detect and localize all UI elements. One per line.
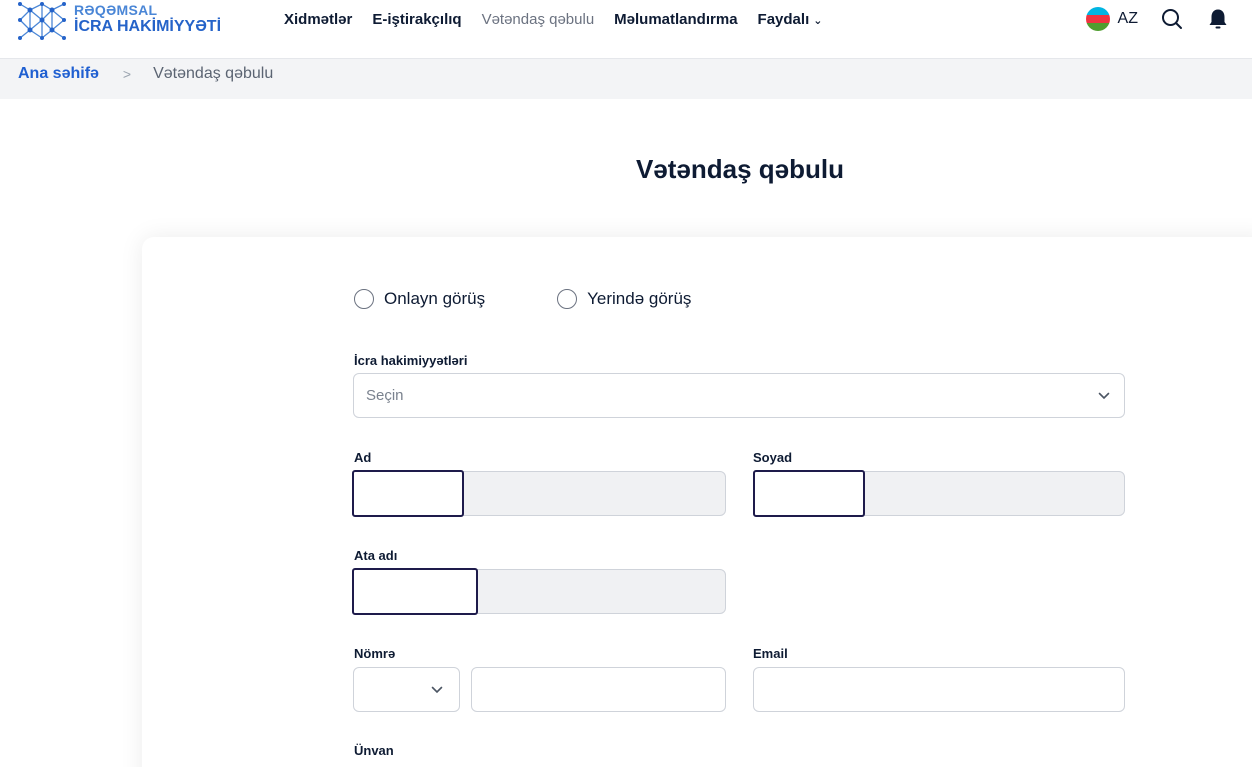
last-name-field[interactable] <box>753 470 1125 517</box>
email-input[interactable] <box>753 667 1125 712</box>
chevron-down-icon: ⌄ <box>813 14 823 27</box>
father-name-field[interactable] <box>352 568 726 615</box>
logo-text: RƏQƏMSAL İCRA HAKİMİYYƏTİ <box>74 3 221 35</box>
search-button[interactable] <box>1160 7 1184 31</box>
chevron-down-icon <box>1098 392 1110 399</box>
nav-citizen-reception[interactable]: Vətəndaş qəbulu <box>482 11 595 28</box>
azerbaijan-flag-icon <box>1085 7 1110 31</box>
executive-placeholder: Seçin <box>366 387 404 404</box>
language-code: AZ <box>1117 10 1138 27</box>
breadcrumb: Ana səhifə > Vətəndaş qəbulu <box>18 62 273 86</box>
nav-useful[interactable]: Faydalı ⌄ <box>758 11 823 28</box>
breadcrumb-home[interactable]: Ana səhifə <box>18 65 99 83</box>
bell-icon <box>1209 9 1227 29</box>
father-name-input-focus[interactable] <box>352 568 478 615</box>
nav-e-participation[interactable]: E-iştirakçılıq <box>372 11 461 28</box>
father-name-label: Ata adı <box>354 548 398 563</box>
radio-circle[interactable] <box>354 289 374 309</box>
executive-select[interactable]: Seçin <box>353 373 1125 418</box>
nav-useful-label: Faydalı <box>757 10 810 28</box>
meeting-type-group: Onlayn görüş Yerində görüş <box>354 289 691 309</box>
breadcrumb-current: Vətəndaş qəbulu <box>153 65 274 82</box>
header-actions: AZ <box>1085 0 1230 38</box>
executive-label: İcra hakimiyyətləri <box>354 353 468 368</box>
phone-label: Nömrə <box>354 646 396 661</box>
nav-services[interactable]: Xidmətlər <box>284 11 352 28</box>
radio-onsite-label: Yerində görüş <box>587 289 692 308</box>
radio-circle[interactable] <box>557 289 578 309</box>
radio-online-label: Onlayn görüş <box>384 289 486 308</box>
language-switcher[interactable]: AZ <box>1085 7 1138 31</box>
first-name-field[interactable] <box>352 470 726 517</box>
logo-line2: İCRA HAKİMİYYƏTİ <box>74 18 222 35</box>
breadcrumb-separator: > <box>122 66 132 82</box>
last-name-input-focus[interactable] <box>753 470 865 517</box>
radio-onsite-meeting[interactable]: Yerində görüş <box>557 289 691 309</box>
main-nav: Xidmətlər E-iştirakçılıq Vətəndaş qəbulu… <box>284 0 842 38</box>
notifications-button[interactable] <box>1206 7 1230 31</box>
first-name-input-focus[interactable] <box>352 470 464 517</box>
first-name-label: Ad <box>354 450 372 465</box>
logo-line1: RƏQƏMSAL <box>74 2 158 18</box>
site-header: RƏQƏMSAL İCRA HAKİMİYYƏTİ Xidmətlər E-iş… <box>0 0 1252 58</box>
nav-information[interactable]: Məlumatlandırma <box>614 11 737 28</box>
page-title: Vətəndaş qəbulu <box>635 154 845 184</box>
last-name-label: Soyad <box>753 450 793 465</box>
radio-online-meeting[interactable]: Onlayn görüş <box>354 289 485 309</box>
search-icon <box>1162 9 1182 29</box>
phone-prefix-select[interactable] <box>353 667 460 712</box>
address-label: Ünvan <box>354 743 394 758</box>
logo[interactable]: RƏQƏMSAL İCRA HAKİMİYYƏTİ <box>16 0 221 44</box>
email-label: Email <box>753 646 788 661</box>
network-logo-icon <box>18 2 66 40</box>
phone-number-input[interactable] <box>471 667 726 712</box>
chevron-down-icon <box>431 686 443 693</box>
